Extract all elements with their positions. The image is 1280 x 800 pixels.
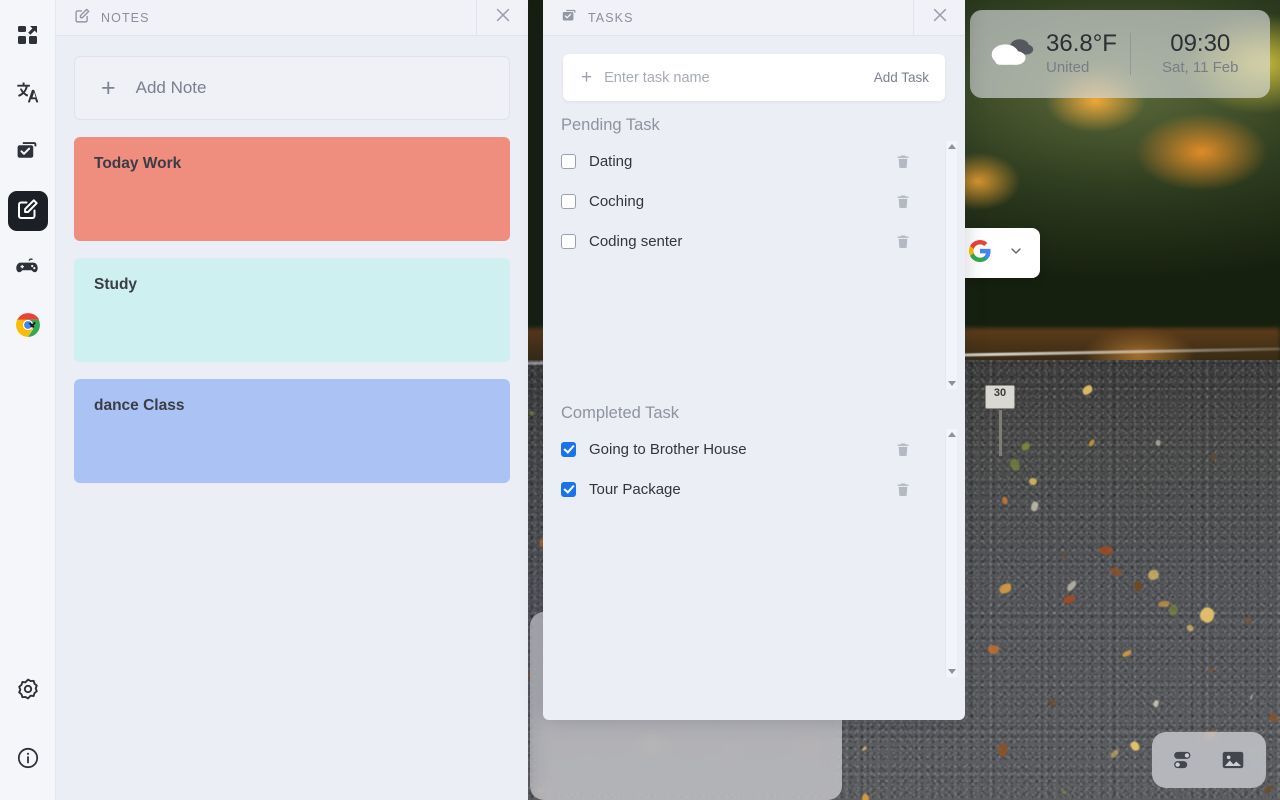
cloudy-icon [990, 35, 1034, 74]
add-note-button[interactable]: + Add Note [74, 56, 510, 120]
note-card-title: Study [94, 276, 490, 294]
task-label: Going to Brother House [589, 441, 893, 458]
clock-time: 09:30 [1170, 30, 1230, 58]
completed-task-heading: Completed Task [543, 389, 965, 429]
wallpaper-speed-sign-text: 30 [986, 386, 1014, 399]
notes-panel-title: NOTES [101, 11, 150, 25]
tasks-panel-header: TASKS [543, 0, 965, 36]
add-note-label: Add Note [136, 78, 207, 98]
sidebar-item-settings[interactable] [8, 671, 48, 711]
scroll-up-arrow-icon[interactable] [948, 144, 956, 149]
task-checkbox[interactable] [561, 154, 576, 169]
close-icon [930, 5, 950, 30]
pending-task-list: Dating Coching Coding senter [543, 141, 965, 389]
task-checkbox[interactable] [561, 482, 576, 497]
note-card-list: Today Work Study dance Class [56, 137, 528, 483]
trash-icon[interactable] [893, 153, 913, 170]
chrome-logo-icon [15, 312, 41, 343]
checkbox-icon [561, 7, 578, 29]
note-card-title: Today Work [94, 155, 490, 173]
notes-panel-close-button[interactable] [476, 0, 528, 35]
translate-icon [15, 80, 40, 110]
note-card[interactable]: Study [74, 258, 510, 362]
task-row: Going to Brother House [561, 429, 965, 469]
bottom-toolbar [1152, 732, 1266, 788]
task-checkbox[interactable] [561, 234, 576, 249]
notes-panel-title-wrap: NOTES [56, 7, 476, 29]
edit-square-icon [74, 7, 91, 29]
completed-task-list: Going to Brother House Tour Package [543, 429, 965, 677]
notes-panel: NOTES + Add Note Today Work Study dance Cl… [56, 0, 528, 800]
trash-icon[interactable] [893, 441, 913, 458]
clock-date: Sat, 11 Feb [1162, 58, 1238, 78]
sidebar-item-games[interactable] [8, 249, 48, 289]
tasks-panel-title: TASKS [588, 11, 634, 25]
task-checkbox[interactable] [561, 194, 576, 209]
apps-grid-icon [16, 23, 40, 52]
chevron-down-icon[interactable] [1008, 243, 1024, 264]
sidebar-item-notes[interactable] [8, 191, 48, 231]
scroll-down-arrow-icon[interactable] [948, 381, 956, 386]
task-row: Tour Package [561, 469, 965, 509]
task-label: Tour Package [589, 481, 893, 498]
gear-icon [16, 677, 40, 706]
trash-icon[interactable] [893, 233, 913, 250]
note-card-title: dance Class [94, 397, 490, 415]
weather-location: United [1046, 58, 1117, 78]
wallpaper-speed-sign: 30 [985, 385, 1015, 409]
task-checkbox[interactable] [561, 442, 576, 457]
plus-icon: + [581, 68, 592, 87]
sidebar-item-about[interactable] [8, 740, 48, 780]
tasks-panel: TASKS + Add Task Pending Task Dating Coch… [543, 0, 965, 720]
completed-list-scrollbar[interactable] [945, 429, 957, 677]
pending-task-heading: Pending Task [543, 101, 965, 141]
tasks-checkbox-icon [15, 138, 40, 168]
tasks-panel-body: + Add Task Pending Task Dating Coching Cod… [543, 36, 965, 720]
scroll-down-arrow-icon[interactable] [948, 669, 956, 674]
app-dock [0, 0, 56, 800]
sidebar-item-translate[interactable] [8, 75, 48, 115]
notes-panel-header: NOTES [56, 0, 528, 36]
task-row: Dating [561, 141, 965, 181]
task-label: Dating [589, 153, 893, 170]
image-icon[interactable] [1220, 747, 1246, 773]
info-circle-icon [16, 746, 40, 775]
trash-icon[interactable] [893, 193, 913, 210]
tasks-panel-title-wrap: TASKS [543, 7, 913, 29]
weather-temperature: 36.8°F [1046, 30, 1117, 58]
scroll-up-arrow-icon[interactable] [948, 432, 956, 437]
trash-icon[interactable] [893, 481, 913, 498]
task-row: Coding senter [561, 221, 965, 261]
task-name-input[interactable] [604, 70, 864, 86]
sidebar-item-apps[interactable] [8, 17, 48, 57]
weather-time-widget: 36.8°F United 09:30 Sat, 11 Feb [970, 10, 1270, 98]
note-card[interactable]: dance Class [74, 379, 510, 483]
notes-panel-body: + Add Note Today Work Study dance Class [56, 36, 528, 800]
tasks-panel-close-button[interactable] [913, 0, 965, 35]
google-logo-icon [968, 239, 992, 268]
pending-list-scrollbar[interactable] [945, 141, 957, 389]
plus-icon: + [101, 76, 116, 101]
close-icon [493, 5, 513, 30]
task-label: Coching [589, 193, 893, 210]
task-input-row: + Add Task [563, 54, 945, 101]
sidebar-item-chrome[interactable] [8, 307, 48, 347]
notes-edit-icon [16, 197, 40, 226]
note-card[interactable]: Today Work [74, 137, 510, 241]
weather-section: 36.8°F United [970, 30, 1130, 78]
add-task-button[interactable]: Add Task [864, 70, 929, 85]
sidebar-item-tasks[interactable] [8, 133, 48, 173]
sliders-icon[interactable] [1172, 747, 1198, 773]
gamepad-icon [15, 254, 41, 285]
task-label: Coding senter [589, 233, 893, 250]
task-row: Coching [561, 181, 965, 221]
clock-section: 09:30 Sat, 11 Feb [1131, 30, 1271, 78]
